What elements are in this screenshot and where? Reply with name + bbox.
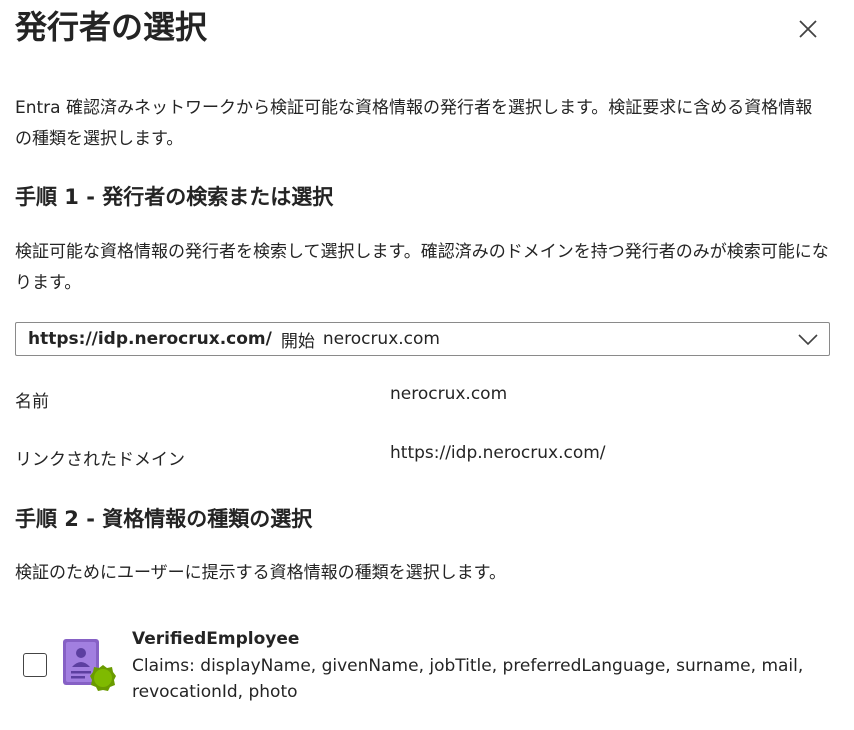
credential-checkbox[interactable] [23, 653, 47, 677]
close-button[interactable] [793, 14, 823, 44]
intro-text: Entra 確認済みネットワークから検証可能な資格情報の発行者を選択します。検証… [15, 98, 813, 149]
credential-claims: Claims: displayName, givenName, jobTitle… [132, 656, 804, 702]
step2-heading: 手順 2 - 資格情報の種類の選択 [15, 507, 313, 531]
step2-description: 検証のためにユーザーに提示する資格情報の種類を選択します。 [15, 563, 506, 583]
close-icon [799, 20, 817, 38]
linked-domain-value: https://idp.nerocrux.com/ [390, 443, 606, 463]
issuer-url: https://idp.nerocrux.com/ [28, 329, 272, 349]
chevron-down-icon [798, 334, 818, 346]
name-value: nerocrux.com [390, 384, 508, 404]
credential-row: VerifiedEmployee Claims: displayName, gi… [15, 628, 830, 708]
panel-title: 発行者の選択 [15, 8, 208, 46]
credential-card-icon [63, 639, 116, 691]
select-issuer-panel: 発行者の選択 Entra 確認済みネットワークから検証可能な資格情報の発行者を選… [0, 0, 854, 730]
issuer-domain: nerocrux.com [322, 329, 440, 349]
step1-description: 検証可能な資格情報の発行者を検索して選択します。確認済みのドメインを持つ発行者の… [15, 242, 829, 293]
linked-domain-label: リンクされたドメイン [15, 450, 185, 470]
issuer-from-label: 開始 [280, 331, 315, 352]
name-label: 名前 [15, 392, 49, 412]
credential-name: VerifiedEmployee [132, 629, 300, 649]
issuer-dropdown[interactable]: https://idp.nerocrux.com/ 開始 nerocrux.co… [15, 322, 830, 356]
step1-heading: 手順 1 - 発行者の検索または選択 [15, 185, 334, 209]
